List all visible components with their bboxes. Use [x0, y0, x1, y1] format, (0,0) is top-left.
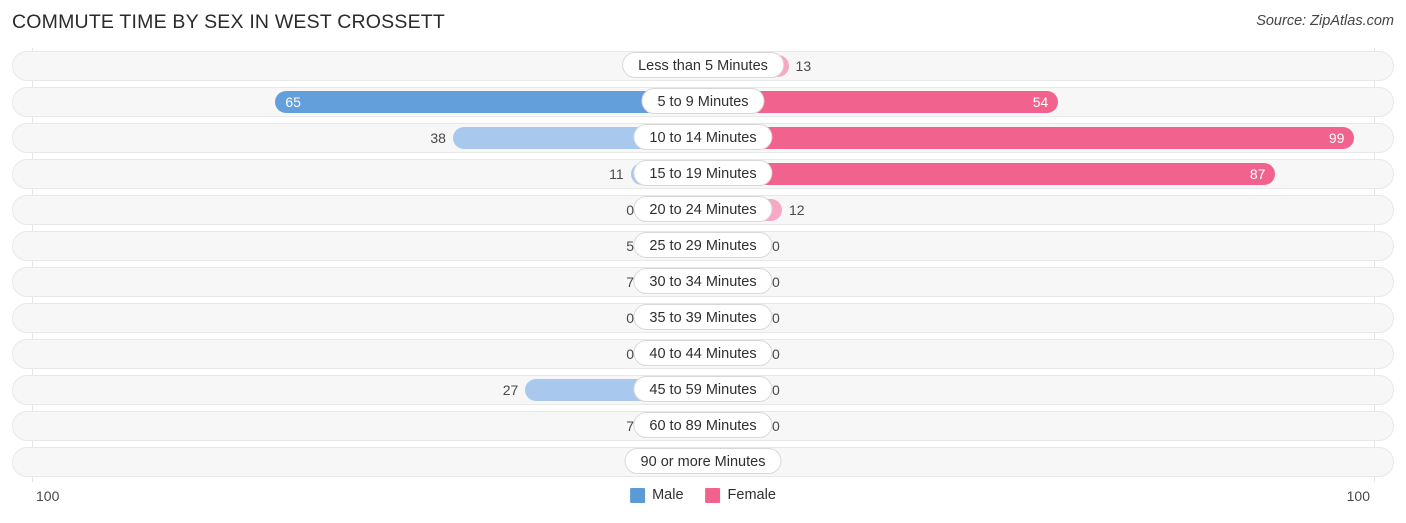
- category-label: 35 to 39 Minutes: [633, 304, 773, 330]
- female-value-label: 0: [772, 310, 780, 326]
- bar-row: 7 0 60 to 89 Minutes: [0, 408, 1406, 444]
- female-value-label: 0: [772, 238, 780, 254]
- male-bar: 65: [275, 91, 703, 113]
- legend-label: Male: [652, 487, 684, 503]
- bar-row: 65 54 5 to 9 Minutes: [0, 84, 1406, 120]
- category-label: 15 to 19 Minutes: [633, 160, 773, 186]
- legend-swatch-icon: [630, 487, 646, 503]
- male-value-label: 65: [285, 94, 301, 110]
- category-label: 90 or more Minutes: [624, 448, 782, 474]
- chart-header: COMMUTE TIME BY SEX IN WEST CROSSETT Sou…: [0, 0, 1406, 46]
- bar-row: 0 0 40 to 44 Minutes: [0, 336, 1406, 372]
- bar-rows: 0 13 Less than 5 Minutes 65 54 5 to 9 Minutes…: [0, 48, 1406, 480]
- legend-label: Female: [727, 487, 776, 503]
- female-bar: 87: [703, 163, 1276, 185]
- female-value-label: 0: [772, 346, 780, 362]
- category-label: 30 to 34 Minutes: [633, 268, 773, 294]
- female-bar: 99: [703, 127, 1355, 149]
- bar-row: 38 99 10 to 14 Minutes: [0, 120, 1406, 156]
- axis-max-left: 100: [36, 488, 60, 504]
- female-value-label: 12: [788, 202, 805, 218]
- legend-item-female[interactable]: Female: [705, 487, 776, 503]
- category-label: 20 to 24 Minutes: [633, 196, 773, 222]
- bar-row: 0 12 20 to 24 Minutes: [0, 192, 1406, 228]
- legend-swatch-icon: [705, 487, 721, 503]
- category-label: 25 to 29 Minutes: [633, 232, 773, 258]
- legend: Male Female: [630, 487, 776, 503]
- source-attribution: Source: ZipAtlas.com: [1256, 13, 1394, 29]
- bar-row: 5 0 25 to 29 Minutes: [0, 228, 1406, 264]
- female-value-label: 54: [1032, 94, 1049, 110]
- axis-max-right: 100: [1346, 488, 1370, 504]
- category-label: 10 to 14 Minutes: [633, 124, 773, 150]
- category-label: 5 to 9 Minutes: [641, 88, 765, 114]
- bar-row: 7 0 30 to 34 Minutes: [0, 264, 1406, 300]
- female-value-label: 0: [772, 274, 780, 290]
- bar-row: 11 87 15 to 19 Minutes: [0, 156, 1406, 192]
- plot-area: 0 13 Less than 5 Minutes 65 54 5 to 9 Minutes…: [0, 48, 1406, 482]
- bar-row: 013Less than 5 Minutes: [0, 48, 1406, 84]
- legend-item-male[interactable]: Male: [630, 487, 684, 503]
- male-value-label: 27: [502, 382, 519, 398]
- female-value-label: 99: [1328, 130, 1345, 146]
- male-value-label: 11: [609, 166, 624, 182]
- female-value-label: 0: [772, 418, 780, 434]
- bar-row: 0090 or more Minutes: [0, 444, 1406, 480]
- bar-row: 0 0 35 to 39 Minutes: [0, 300, 1406, 336]
- female-value-label: 0: [772, 382, 780, 398]
- page-title: COMMUTE TIME BY SEX IN WEST CROSSETT: [12, 11, 446, 33]
- category-label: 40 to 44 Minutes: [633, 340, 773, 366]
- male-value-label: 38: [430, 130, 446, 146]
- commute-time-chart: COMMUTE TIME BY SEX IN WEST CROSSETT Sou…: [0, 0, 1406, 523]
- female-value-label: 13: [795, 58, 812, 74]
- category-label: 60 to 89 Minutes: [633, 412, 773, 438]
- category-label: Less than 5 Minutes: [622, 52, 784, 78]
- bar-row: 27 0 45 to 59 Minutes: [0, 372, 1406, 408]
- chart-footer: 100 100 Male Female: [0, 484, 1406, 514]
- female-value-label: 87: [1249, 166, 1266, 182]
- category-label: 45 to 59 Minutes: [633, 376, 773, 402]
